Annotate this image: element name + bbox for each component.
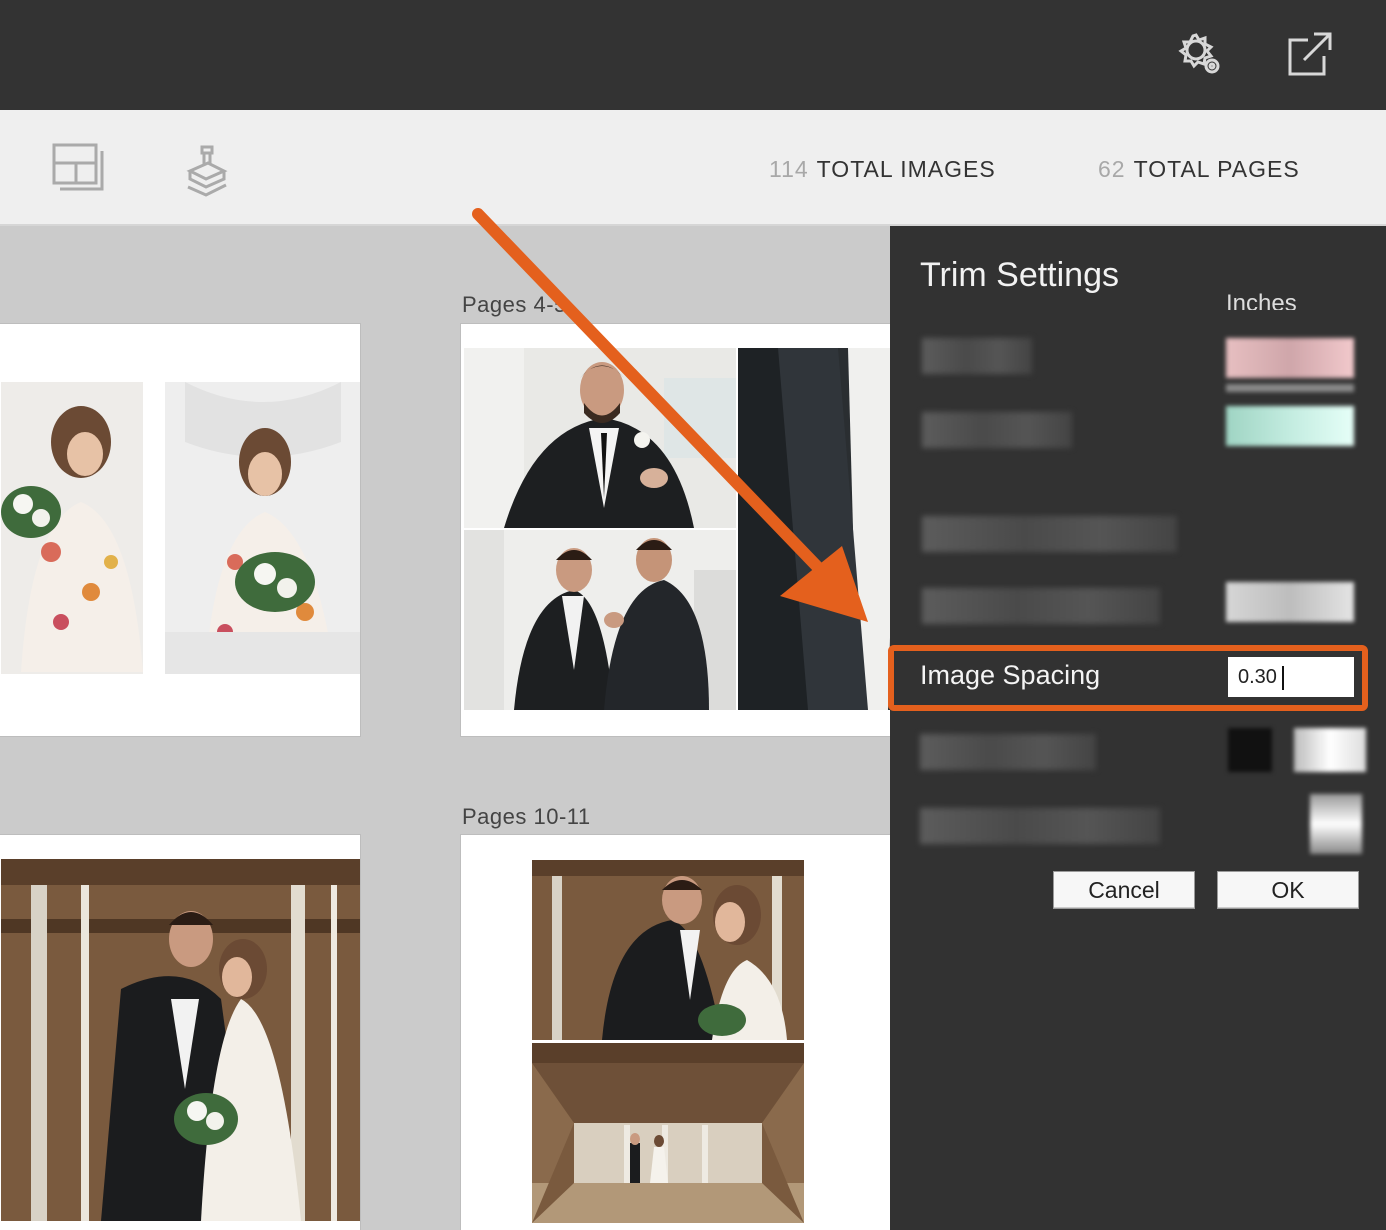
image-spacing-input[interactable] bbox=[1228, 657, 1354, 697]
spreads-workspace: Pages 4-5 Pages 10-11 bbox=[0, 226, 890, 1230]
spread-label-pages-4-5: Pages 4-5 bbox=[462, 292, 567, 317]
text-caret bbox=[1282, 666, 1284, 690]
obscured-color-swatch[interactable] bbox=[1294, 728, 1366, 772]
total-images-label: TOTAL IMAGES bbox=[816, 156, 996, 182]
total-pages-count: 62 bbox=[1098, 156, 1126, 182]
toolbar: 114 TOTAL IMAGES 62 TOTAL PAGES bbox=[0, 110, 1386, 226]
total-pages-stat: 62 TOTAL PAGES bbox=[1098, 156, 1300, 183]
panel-title: Trim Settings bbox=[920, 256, 1120, 294]
units-label: Inches bbox=[1226, 290, 1297, 310]
couple-forehead-photo[interactable] bbox=[532, 860, 804, 1040]
bride-seated-photo[interactable] bbox=[165, 382, 360, 674]
spread-pages-10-11[interactable] bbox=[460, 834, 890, 1230]
layout-template-icon[interactable] bbox=[52, 143, 108, 199]
obscured-setting-label bbox=[922, 412, 1072, 448]
spread-pages-4-5[interactable] bbox=[460, 323, 890, 737]
obscured-setting-field[interactable] bbox=[1226, 338, 1354, 378]
groomsmen-photo[interactable] bbox=[464, 530, 736, 710]
obscured-setting-label bbox=[920, 734, 1096, 770]
spread-pages-8-9[interactable] bbox=[0, 834, 361, 1230]
cancel-button[interactable]: Cancel bbox=[1053, 871, 1195, 909]
total-pages-label: TOTAL PAGES bbox=[1133, 156, 1300, 182]
total-images-count: 114 bbox=[769, 156, 809, 182]
stamp-icon[interactable] bbox=[180, 143, 236, 199]
suit-closeup-photo[interactable] bbox=[738, 348, 890, 710]
top-bar bbox=[0, 0, 1386, 110]
open-external-icon[interactable] bbox=[1286, 30, 1334, 78]
settings-gear-icon[interactable] bbox=[1176, 30, 1224, 78]
obscured-setting-label bbox=[920, 808, 1160, 844]
barn-interior-photo[interactable] bbox=[532, 1043, 804, 1223]
image-spacing-label: Image Spacing bbox=[920, 660, 1101, 690]
groom-boutonniere-photo[interactable] bbox=[464, 348, 736, 528]
obscured-color-swatch[interactable] bbox=[1228, 728, 1272, 772]
obscured-setting-label bbox=[922, 338, 1032, 374]
bride-bouquet-photo[interactable] bbox=[1, 382, 143, 674]
trim-settings-panel: Trim Settings Inches bbox=[890, 226, 1386, 1230]
couple-barn-photo[interactable] bbox=[1, 859, 360, 1221]
spread-label-pages-10-11: Pages 10-11 bbox=[462, 804, 591, 829]
obscured-setting-label bbox=[922, 516, 1177, 552]
obscured-toggle[interactable] bbox=[1310, 794, 1362, 854]
obscured-setting-label bbox=[922, 588, 1160, 624]
obscured-setting-field[interactable] bbox=[1226, 406, 1354, 446]
ok-button[interactable]: OK bbox=[1217, 871, 1359, 909]
spread-pages-2-3[interactable] bbox=[0, 323, 361, 737]
obscured-setting-field[interactable] bbox=[1226, 582, 1354, 622]
total-images-stat: 114 TOTAL IMAGES bbox=[769, 156, 996, 183]
obscured-divider bbox=[1226, 384, 1354, 392]
